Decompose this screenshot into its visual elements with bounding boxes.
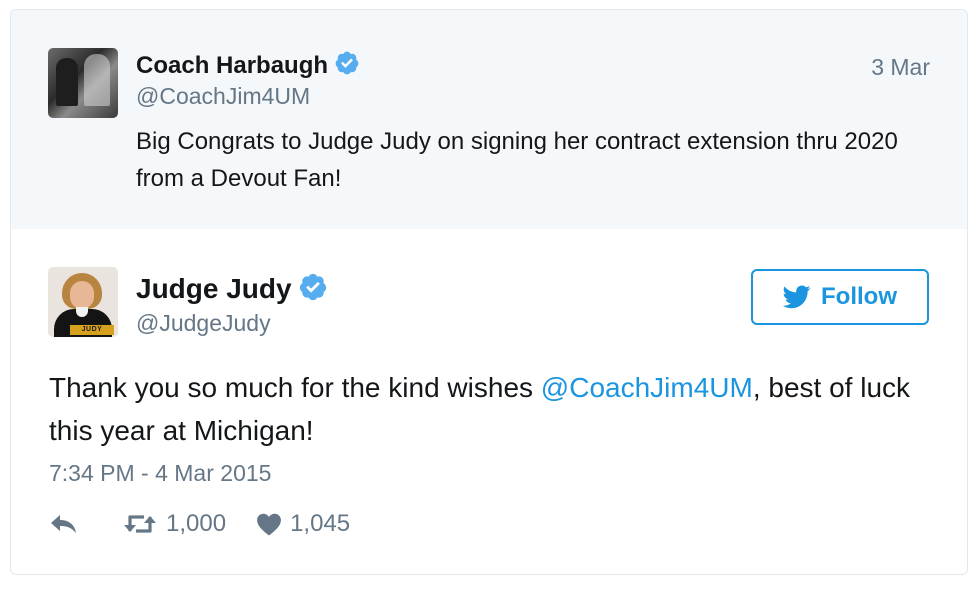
quoted-author-name[interactable]: Coach Harbaugh: [136, 50, 360, 83]
tweet-embed-card: Coach Harbaugh @CoachJim4UM 3 Mar Big Co…: [10, 9, 968, 575]
like-count: 1,045: [290, 510, 351, 537]
author-name[interactable]: Judge Judy: [136, 272, 328, 309]
avatar-photo-figure: [56, 58, 78, 106]
quoted-tweet[interactable]: Coach Harbaugh @CoachJim4UM 3 Mar Big Co…: [11, 10, 967, 229]
tweet-actions: 1,000 1,045: [49, 510, 350, 538]
verified-badge-icon: [298, 272, 328, 309]
avatar-face: [70, 281, 94, 309]
avatar-banner: JUDY: [70, 325, 114, 335]
avatar-photo-figure: [84, 54, 110, 106]
quoted-author-handle[interactable]: @CoachJim4UM: [136, 83, 310, 110]
reply-icon: [49, 513, 79, 535]
retweet-button[interactable]: 1,000: [122, 510, 226, 538]
follow-button-label: Follow: [821, 283, 897, 310]
like-button[interactable]: 1,045: [256, 510, 350, 538]
quoted-author-name-text: Coach Harbaugh: [136, 51, 329, 79]
quoted-tweet-text: Big Congrats to Judge Judy on signing he…: [136, 128, 898, 192]
coach-avatar[interactable]: [48, 48, 118, 118]
mention-link[interactable]: @CoachJim4UM: [541, 372, 753, 403]
retweet-icon: [122, 511, 158, 537]
tweet-timestamp[interactable]: 7:34 PM - 4 Mar 2015: [49, 460, 271, 487]
author-name-text: Judge Judy: [136, 272, 292, 304]
follow-button[interactable]: Follow: [751, 269, 929, 325]
retweet-count: 1,000: [166, 510, 227, 537]
twitter-bird-icon: [783, 285, 811, 309]
reply-button[interactable]: [49, 513, 79, 535]
quoted-tweet-date[interactable]: 3 Mar: [871, 54, 930, 81]
tweet-text-before: Thank you so much for the kind wishes: [49, 372, 541, 403]
tweet-text: Thank you so much for the kind wishes @C…: [49, 366, 929, 452]
author-handle[interactable]: @JudgeJudy: [136, 310, 271, 337]
heart-icon: [256, 512, 282, 536]
judy-avatar[interactable]: JUDY: [48, 267, 118, 337]
verified-badge-icon: [334, 50, 360, 83]
